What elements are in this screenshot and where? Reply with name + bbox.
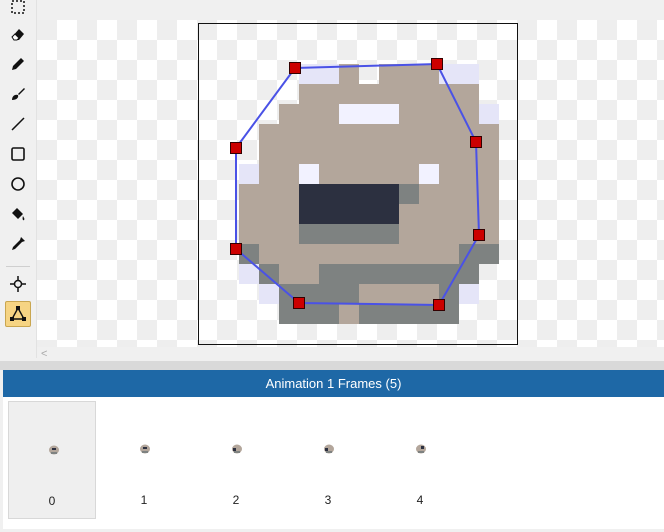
frame-item[interactable]: 2: [192, 401, 280, 519]
rectangle-icon: [11, 147, 25, 161]
sprite-canvas[interactable]: [37, 0, 664, 347]
frame-thumbnail: [140, 444, 150, 454]
frame-item[interactable]: 4: [376, 401, 464, 519]
animation-title: Animation 1 Frames (5): [265, 376, 402, 391]
collision-polygon[interactable]: [199, 24, 517, 344]
eyedropper-tool[interactable]: [5, 231, 31, 257]
line-icon: [11, 117, 25, 131]
polygon-vertex-handle[interactable]: [470, 136, 482, 148]
top-bar: [0, 0, 664, 20]
ellipse-tool[interactable]: [5, 171, 31, 197]
frame-number: 3: [324, 493, 332, 507]
frame-thumbnail: [49, 445, 59, 455]
frame-thumbnail: [416, 444, 426, 454]
brush-tool[interactable]: [5, 81, 31, 107]
scroll-left-icon[interactable]: <: [41, 347, 47, 361]
animation-frames-header: Animation 1 Frames (5): [3, 370, 664, 397]
horizontal-scrollbar[interactable]: <: [37, 347, 664, 361]
rectangle-tool[interactable]: [5, 141, 31, 167]
marquee-select-tool[interactable]: [5, 0, 31, 20]
polygon-vertex-handle[interactable]: [230, 243, 242, 255]
eyedropper-icon: [12, 237, 25, 250]
eraser-icon: [11, 29, 24, 41]
pencil-tool[interactable]: [5, 51, 31, 77]
frame-item[interactable]: 1: [100, 401, 188, 519]
fill-bucket-icon: [12, 208, 25, 221]
frame-number: 4: [416, 493, 424, 507]
polygon-collision-icon: [10, 306, 26, 321]
polygon-vertex-handle[interactable]: [293, 297, 305, 309]
polygon-vertex-handle[interactable]: [433, 299, 445, 311]
polygon-vertex-handle[interactable]: [473, 229, 485, 241]
line-tool[interactable]: [5, 111, 31, 137]
polygon-vertex-handle[interactable]: [289, 62, 301, 74]
frame-number: 2: [232, 493, 240, 507]
eraser-tool[interactable]: [5, 21, 31, 47]
frame-item[interactable]: 3: [284, 401, 372, 519]
polygon-vertex-handle[interactable]: [431, 58, 443, 70]
tool-separator: [6, 266, 30, 267]
brush-icon: [12, 88, 25, 100]
frame-item[interactable]: 0: [8, 401, 96, 519]
polygon-collision-tool[interactable]: [5, 301, 31, 327]
panel-splitter[interactable]: [0, 361, 664, 370]
marquee-select-icon: [11, 0, 25, 14]
origin-point-tool[interactable]: [5, 271, 31, 297]
tool-bar: [0, 0, 37, 358]
collision-polygon-outline: [235, 62, 481, 307]
polygon-vertex-handle[interactable]: [230, 142, 242, 154]
ellipse-icon: [11, 177, 25, 191]
frame-strip: 0 1 2 3 4: [3, 397, 664, 529]
frame-number: 0: [48, 494, 56, 508]
sprite-frame[interactable]: [198, 23, 518, 345]
frame-thumbnail: [232, 444, 242, 454]
frame-number: 1: [140, 493, 148, 507]
pencil-icon: [12, 58, 24, 70]
origin-point-icon: [10, 276, 26, 292]
frame-thumbnail: [324, 444, 334, 454]
fill-bucket-tool[interactable]: [5, 201, 31, 227]
